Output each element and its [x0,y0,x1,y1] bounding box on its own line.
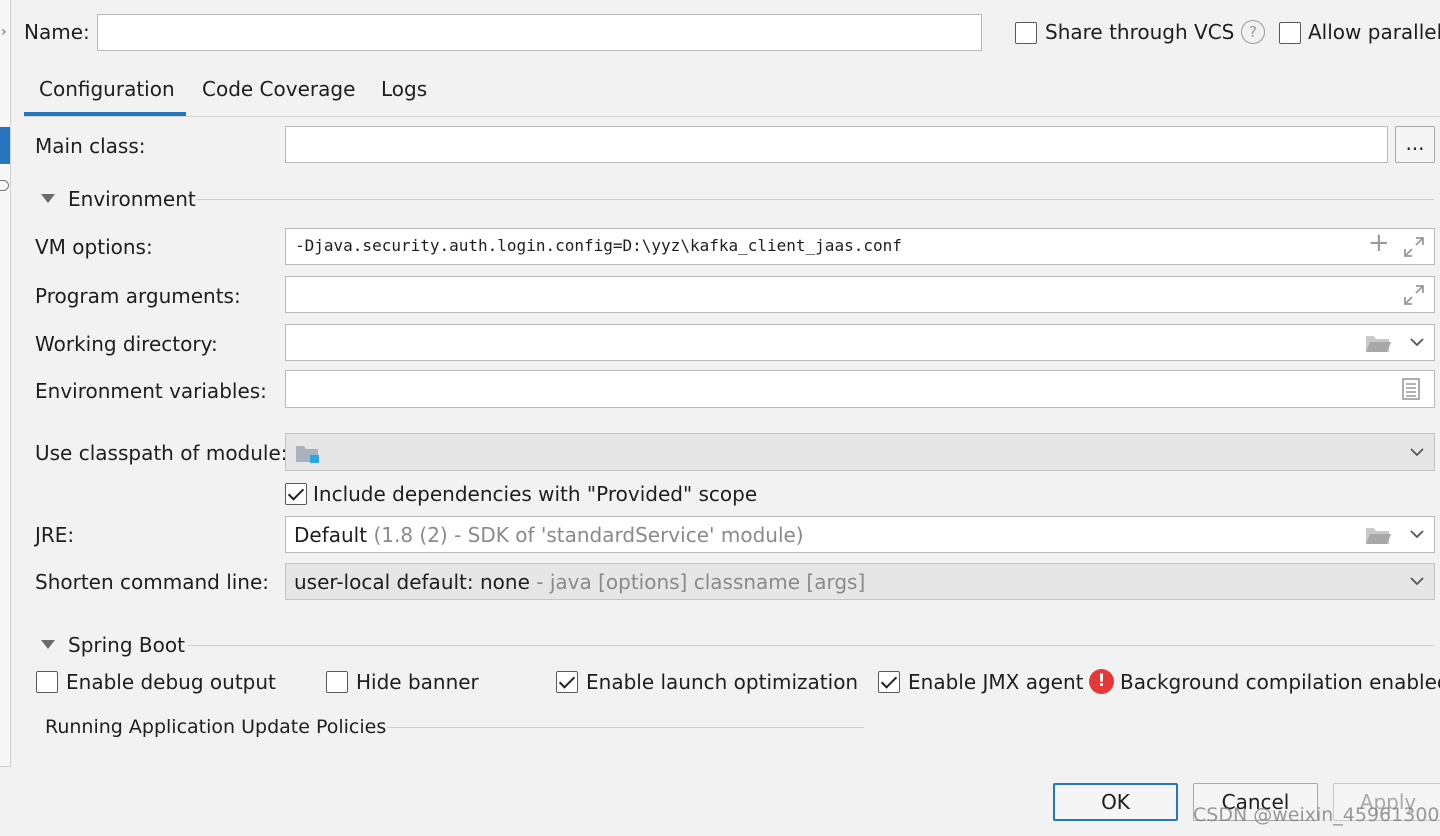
spring-boot-section-label: Spring Boot [68,633,185,657]
enable-debug-output-checkbox[interactable] [36,671,58,693]
csdn-watermark: CSDN @weixin_45961300 [1193,804,1440,826]
enable-launch-optimization-checkbox[interactable] [556,671,578,693]
hide-banner-label: Hide banner [356,670,479,694]
allow-parallel-checkbox[interactable] [1279,22,1301,44]
hide-banner-checkbox[interactable] [326,671,348,693]
sidebar-item-marker [0,180,9,191]
content-bottom-border [0,766,11,767]
allow-parallel-label: Allow parallel [1308,20,1440,44]
environment-separator [196,199,1434,200]
tab-configuration[interactable]: Configuration [24,70,186,117]
ok-button[interactable]: OK [1053,783,1178,821]
enable-jmx-agent-label: Enable JMX agent [908,670,1084,694]
name-label: Name: [24,20,90,44]
chevron-down-icon[interactable] [1409,336,1425,348]
shorten-command-label: Shorten command line: [35,570,270,594]
chevron-down-icon[interactable] [1409,446,1425,458]
shorten-command-value: user-local default: none - java [options… [294,570,866,594]
add-icon[interactable]: + [1368,230,1390,256]
document-icon[interactable] [1402,378,1420,400]
spring-boot-separator [188,645,1434,646]
chevron-down-icon[interactable] [1409,528,1425,540]
background-compilation-warning: Background compilation enabled [1120,670,1440,694]
main-class-browse-button[interactable]: ... [1395,126,1435,163]
tab-code-coverage[interactable]: Code Coverage [186,70,366,117]
program-arguments-field[interactable] [285,276,1435,313]
name-field[interactable] [97,14,982,51]
classpath-module-select[interactable] [285,433,1435,471]
enable-debug-output-label: Enable debug output [66,670,276,694]
jre-select[interactable]: Default (1.8 (2) - SDK of 'standardServi… [285,516,1435,553]
enable-jmx-agent-checkbox[interactable] [878,671,900,693]
jre-label: JRE: [35,523,75,547]
jre-value: Default (1.8 (2) - SDK of 'standardServi… [294,523,804,547]
include-provided-checkbox[interactable] [285,483,307,505]
tabs-divider [24,116,1440,117]
tab-logs[interactable]: Logs [366,70,446,117]
spring-boot-collapse-icon[interactable] [41,640,55,649]
update-policies-label: Running Application Update Policies [45,716,387,738]
help-icon[interactable]: ? [1241,20,1265,44]
shorten-command-select[interactable]: user-local default: none - java [options… [285,563,1435,600]
expand-chevron-icon[interactable]: › [1,24,7,40]
main-class-field[interactable] [285,126,1388,163]
left-sidebar: › [0,0,11,766]
module-folder-icon [295,443,321,465]
program-arguments-label: Program arguments: [35,284,241,308]
chevron-down-icon[interactable] [1409,575,1425,587]
working-directory-label: Working directory: [35,332,218,356]
folder-icon[interactable] [1364,524,1392,546]
folder-icon[interactable] [1364,332,1392,354]
vm-options-label: VM options: [35,235,153,259]
include-provided-label: Include dependencies with "Provided" sco… [313,482,758,506]
enable-launch-optimization-label: Enable launch optimization [586,670,859,694]
expand-icon[interactable] [1403,284,1425,306]
share-vcs-checkbox[interactable] [1015,22,1037,44]
classpath-module-label: Use classpath of module: [35,441,288,465]
working-directory-field[interactable] [285,324,1435,361]
sidebar-selection[interactable] [0,127,10,164]
update-policies-separator [387,727,864,728]
environment-section-label: Environment [68,187,196,211]
environment-variables-label: Environment variables: [35,379,267,403]
vm-options-field[interactable]: -Djava.security.auth.login.config=D:\yyz… [285,228,1435,265]
expand-icon[interactable] [1403,236,1425,258]
main-class-label: Main class: [35,134,146,158]
environment-collapse-icon[interactable] [41,194,55,203]
error-icon: ! [1089,669,1114,694]
environment-variables-field[interactable] [285,370,1435,408]
share-vcs-label: Share through VCS [1045,20,1235,44]
